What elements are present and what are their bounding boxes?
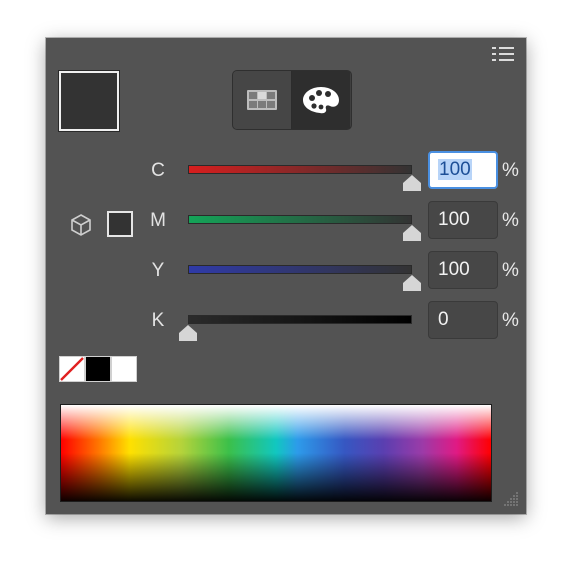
slider-track-m[interactable] (188, 215, 412, 224)
channel-label-y: Y (151, 260, 165, 281)
swatches-grid-icon (247, 90, 277, 110)
slider-row-k: K 0 % (46, 301, 526, 341)
none-slash-icon (60, 357, 84, 381)
slider-track-k[interactable] (188, 315, 412, 324)
palette-icon (303, 87, 339, 114)
color-spectrum[interactable] (60, 404, 492, 502)
slider-thumb-y[interactable] (403, 275, 421, 291)
value-field-y[interactable]: 100 (428, 251, 498, 289)
channel-label-c: C (151, 160, 165, 181)
swatches-mode-button[interactable] (233, 71, 291, 129)
channel-label-m: M (150, 210, 166, 231)
percent-label-y: % (502, 260, 519, 281)
resize-grip-icon[interactable] (502, 490, 520, 508)
slider-track-y[interactable] (188, 265, 412, 274)
color-mixer-mode-button[interactable] (292, 71, 350, 129)
value-field-c[interactable]: 100 (428, 151, 498, 189)
slider-thumb-c[interactable] (403, 175, 421, 191)
percent-label-m: % (502, 210, 519, 231)
slider-row-c: C 100 % (46, 151, 526, 191)
slider-row-y: Y 100 % (46, 251, 526, 291)
fill-color-swatch[interactable] (59, 71, 119, 131)
channel-label-k: K (151, 310, 165, 331)
value-field-k[interactable]: 0 (428, 301, 498, 339)
value-field-m[interactable]: 100 (428, 201, 498, 239)
color-panel: C 100 % M 100 % Y 100 % K 0 % (46, 38, 526, 514)
slider-track-c[interactable] (188, 165, 412, 174)
percent-label-k: % (502, 310, 519, 331)
white-swatch[interactable] (111, 356, 137, 382)
menu-list-icon[interactable] (492, 46, 516, 62)
none-swatch[interactable] (59, 356, 85, 382)
color-mode-toggle (232, 70, 352, 130)
cube-gamut-icon[interactable] (69, 213, 93, 237)
slider-thumb-k[interactable] (179, 325, 197, 341)
slider-thumb-m[interactable] (403, 225, 421, 241)
percent-label-c: % (502, 160, 519, 181)
websafe-swatch-icon[interactable] (107, 211, 133, 237)
black-swatch[interactable] (85, 356, 111, 382)
